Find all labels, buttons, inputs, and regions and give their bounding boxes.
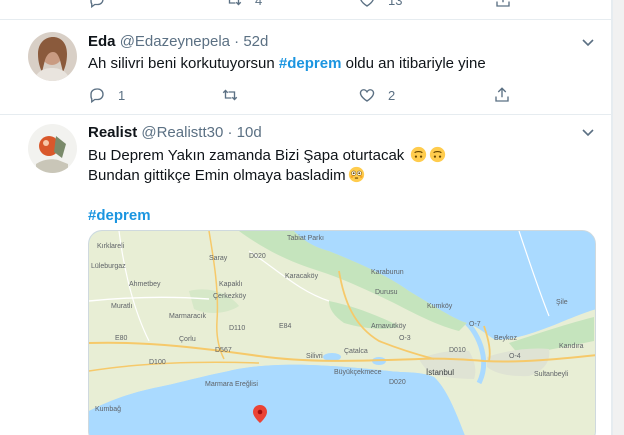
- road-label: D110: [229, 325, 246, 332]
- retweet-icon: [222, 89, 238, 101]
- display-name[interactable]: Eda: [88, 33, 116, 50]
- road-label: E80: [115, 335, 128, 342]
- like-button[interactable]: 2: [358, 85, 395, 105]
- heart-icon: [359, 89, 375, 102]
- map-image[interactable]: Tabiat Parkı Saray Kırklareli Lüleburgaz…: [88, 230, 596, 435]
- map-label: Çorlu: [179, 336, 196, 343]
- retweet-button[interactable]: [221, 85, 239, 105]
- tweet[interactable]: Eda @Edazeynepela · 52d Ah silivri beni …: [0, 20, 611, 115]
- upside-down-face-icon: [411, 146, 427, 163]
- road-label: D020: [389, 379, 406, 386]
- tweet-feed: 4 13 Eda @Edazeynepela · 52d Ah silivri …: [0, 0, 612, 435]
- reply-icon: [90, 88, 104, 104]
- road-label: D100: [149, 359, 166, 366]
- reply-icon: [90, 0, 104, 9]
- map-label: Karacaköy: [285, 273, 319, 280]
- reply-button[interactable]: [88, 0, 106, 10]
- map-drawing: [89, 231, 595, 435]
- like-count: 2: [388, 87, 396, 103]
- tweet-header: Eda @Edazeynepela · 52d: [88, 32, 268, 52]
- map-label: Ahmetbey: [129, 281, 161, 288]
- chevron-down-icon[interactable]: [580, 124, 596, 140]
- road-label: D010: [449, 347, 466, 354]
- share-icon: [495, 87, 509, 102]
- tweet-text: Bu Deprem Yakın zamanda Bizi Şapa oturta…: [88, 146, 593, 226]
- map-label: Kumköy: [427, 303, 453, 310]
- heart-icon: [360, 0, 374, 7]
- map-label: Sultanbeyli: [534, 371, 569, 378]
- share-button[interactable]: [493, 85, 511, 105]
- tweet-line-2: Bundan gittikçe Emin olmaya basladim: [88, 166, 593, 186]
- road-label: D020: [249, 253, 266, 260]
- road-label: O-4: [509, 353, 521, 360]
- previous-tweet-actions: 4 13: [0, 0, 611, 20]
- upside-down-face-icon: [430, 146, 446, 163]
- map-label: Marmaracık: [169, 313, 206, 320]
- tweet-actions: 1 2: [88, 85, 518, 105]
- display-name[interactable]: Realist: [88, 124, 137, 141]
- map-label: Şile: [556, 299, 568, 306]
- hashtag-link[interactable]: #deprem: [88, 206, 593, 226]
- map-label: Kapaklı: [219, 281, 243, 288]
- like-button[interactable]: 13: [358, 0, 402, 10]
- road-label: O-3: [399, 335, 411, 342]
- map-label: Marmara Ereğlisi: [205, 381, 258, 388]
- tweet-header: Realist @Realistt30 · 10d: [88, 123, 262, 143]
- tweet-text-start: Ah silivri beni korkutuyorsun: [88, 55, 279, 72]
- like-count: 13: [388, 0, 403, 8]
- map-label: Saray: [209, 255, 228, 262]
- user-handle[interactable]: @Edazeynepela: [120, 33, 230, 50]
- tweet[interactable]: Realist @Realistt30 · 10d Bu Deprem Yakı…: [0, 116, 611, 435]
- map-label: Lüleburgaz: [91, 263, 126, 270]
- retweet-count: 4: [255, 0, 263, 8]
- share-button[interactable]: [494, 0, 512, 10]
- avatar[interactable]: [28, 124, 77, 173]
- map-label: Çerkezköy: [213, 293, 247, 300]
- retweet-button[interactable]: 4: [225, 0, 262, 10]
- reply-button[interactable]: 1: [88, 85, 125, 105]
- avatar-photo: [28, 124, 77, 173]
- flushed-face-icon: [348, 166, 364, 183]
- share-icon: [496, 0, 510, 7]
- tweet-text-end: oldu an itibariyle yine: [341, 55, 486, 72]
- map-label: Tabiat Parkı: [287, 235, 324, 242]
- map-label: Muratlı: [111, 303, 133, 310]
- map-label: Silivri: [306, 353, 323, 360]
- avatar-photo: [28, 32, 77, 81]
- chevron-down-icon[interactable]: [580, 34, 596, 50]
- reply-count: 1: [118, 87, 126, 103]
- tweet-line-2-text: Bundan gittikçe Emin olmaya basladim: [88, 167, 346, 184]
- map-label: Karaburun: [371, 269, 404, 276]
- map-label: Kırklareli: [97, 243, 125, 250]
- tweet-line-1-text: Bu Deprem Yakın zamanda Bizi Şapa oturta…: [88, 147, 409, 164]
- avatar[interactable]: [28, 32, 77, 81]
- retweet-icon: [228, 0, 242, 6]
- map-label: Beykoz: [494, 335, 517, 342]
- separator-dot: ·: [227, 124, 233, 141]
- map-label: Kumbağ: [95, 406, 122, 413]
- road-label: E84: [279, 323, 292, 330]
- map-label: Çatalca: [344, 348, 368, 355]
- tweet-text: Ah silivri beni korkutuyorsun #deprem ol…: [88, 54, 486, 74]
- road-label: O-7: [469, 321, 481, 328]
- map-label: Kandıra: [559, 343, 584, 350]
- timestamp[interactable]: 10d: [237, 124, 262, 141]
- road-label: D567: [215, 347, 232, 354]
- map-label: Durusu: [375, 289, 398, 296]
- map-label: Büyükçekmece: [334, 369, 382, 376]
- map-label: Arnavutköy: [371, 323, 407, 330]
- map-label: İstanbul: [426, 368, 455, 377]
- tweet-line-1: Bu Deprem Yakın zamanda Bizi Şapa oturta…: [88, 146, 593, 166]
- separator-dot: ·: [234, 33, 240, 50]
- hashtag-link[interactable]: #deprem: [279, 55, 342, 72]
- user-handle[interactable]: @Realistt30: [141, 124, 223, 141]
- scrollbar[interactable]: [612, 0, 624, 435]
- timestamp[interactable]: 52d: [243, 33, 268, 50]
